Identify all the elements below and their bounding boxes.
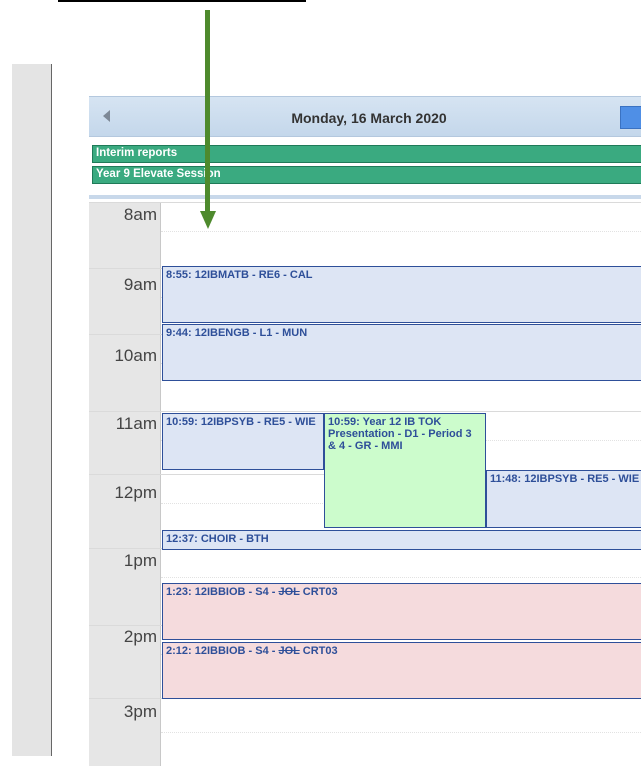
day-calendar: Monday, 16 March 2020 Interim reports Ye…: [89, 96, 641, 766]
banner-separator: [89, 195, 641, 199]
event-label: 12:37: CHOIR - BTH: [166, 533, 269, 545]
hour-line: [89, 411, 641, 412]
event-label: 11:48: 12IBPSYB - RE5 - WIE: [490, 473, 640, 485]
event-label-struck: JOL: [278, 645, 300, 657]
underline-decoration: [58, 0, 306, 2]
left-panel: [12, 64, 52, 756]
arrow-shaft: [205, 10, 210, 212]
calendar-header: Monday, 16 March 2020: [89, 96, 641, 137]
time-grid: 8am 9am 10am 11am 12pm 1pm 2pm 3pm 8:55:…: [89, 202, 641, 766]
hour-label: 8am: [123, 205, 157, 224]
hour-line: [89, 202, 641, 203]
hour-label: 11am: [115, 414, 157, 433]
event-block[interactable]: 11:48: 12IBPSYB - RE5 - WIE: [486, 470, 641, 528]
event-block[interactable]: 12:37: CHOIR - BTH: [162, 530, 641, 550]
event-block[interactable]: 8:55: 12IBMATB - RE6 - CAL: [162, 266, 641, 323]
hour-label: 2pm: [123, 627, 157, 646]
hour-label: 9am: [123, 275, 157, 294]
half-hour-line: [161, 732, 641, 733]
hour-label: 12pm: [114, 483, 157, 502]
event-block[interactable]: 10:59: 12IBPSYB - RE5 - WIE: [162, 413, 324, 470]
all-day-event[interactable]: Year 9 Elevate Session: [92, 166, 641, 184]
event-label-struck: JOL: [278, 586, 300, 598]
half-hour-line: [161, 577, 641, 578]
event-label: 9:44: 12IBENGB - L1 - MUN: [166, 327, 308, 339]
event-block[interactable]: 1:23: 12IBBIOB - S4 - JOL CRT03: [162, 583, 641, 640]
half-hour-line: [161, 231, 641, 232]
event-label-start: 1:23: 12IBBIOB - S4 -: [166, 586, 279, 598]
arrow-down-icon: [200, 211, 216, 229]
hour-label: 1pm: [123, 551, 157, 570]
event-block[interactable]: 2:12: 12IBBIOB - S4 - JOL CRT03: [162, 642, 641, 699]
hour-label: 10am: [114, 346, 157, 365]
next-day-button[interactable]: [620, 106, 641, 129]
event-block[interactable]: 9:44: 12IBENGB - L1 - MUN: [162, 324, 641, 381]
event-label: 8:55: 12IBMATB - RE6 - CAL: [166, 269, 313, 281]
all-day-events: Interim reports Year 9 Elevate Session: [89, 137, 641, 199]
all-day-event[interactable]: Interim reports: [92, 145, 641, 163]
date-title: Monday, 16 March 2020: [291, 110, 447, 126]
event-block[interactable]: 10:59: Year 12 IB TOK Presentation - D1 …: [324, 413, 486, 528]
event-label-start: 2:12: 12IBBIOB - S4 -: [166, 645, 279, 657]
event-label: 10:59: 12IBPSYB - RE5 - WIE: [166, 416, 316, 428]
event-label: 10:59: Year 12 IB TOK Presentation - D1 …: [328, 416, 472, 452]
hour-label: 3pm: [123, 702, 157, 721]
event-label-end: CRT03: [299, 645, 338, 657]
event-label-end: CRT03: [299, 586, 338, 598]
